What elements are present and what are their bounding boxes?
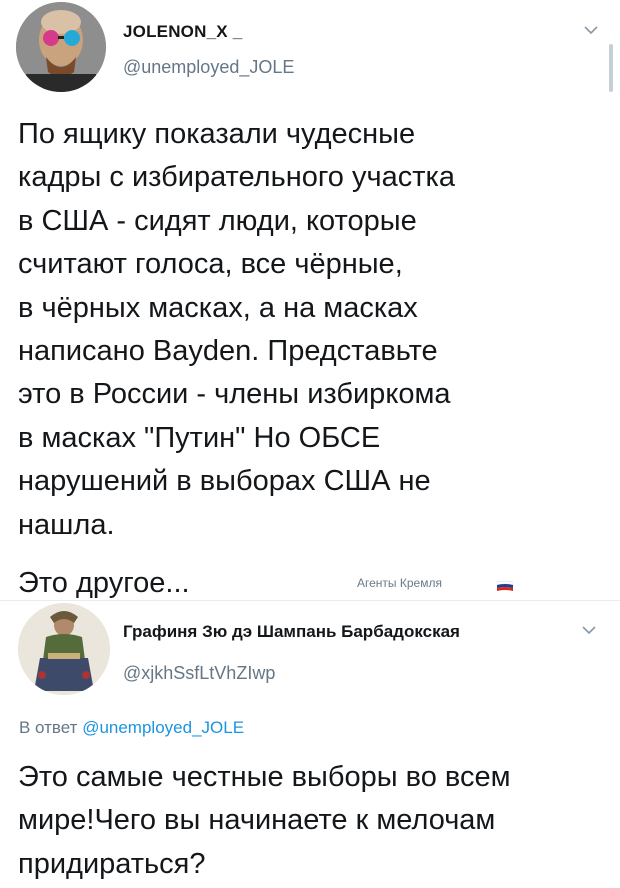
watermark-text: Агенты Кремля — [357, 576, 442, 590]
divider — [0, 600, 620, 601]
tweet-text-tail: Это другое... — [18, 567, 190, 599]
reply-mention-link[interactable]: @unemployed_JOLE — [82, 718, 244, 737]
chevron-down-icon[interactable] — [581, 622, 597, 640]
russian-flag-icon — [496, 579, 514, 597]
reply-author-display-name[interactable]: Графиня Зю дэ Шампань Барбадокская — [123, 622, 460, 642]
author-avatar[interactable] — [16, 2, 106, 92]
reply-text: Это самые честные выборы во всем мире!Че… — [18, 761, 511, 880]
scrollbar[interactable] — [609, 44, 613, 92]
chevron-down-icon[interactable] — [583, 22, 599, 40]
avatar-portrait-icon — [18, 603, 110, 695]
tweet-text: По ящику показали чудесные кадры с избир… — [18, 118, 455, 541]
avatar-portrait-icon — [16, 2, 106, 92]
reply-author-avatar[interactable] — [18, 603, 110, 695]
reply-author-handle[interactable]: @xjkhSsfLtVhZIwp — [123, 663, 275, 684]
reply-context: В ответ @unemployed_JOLE — [19, 718, 244, 738]
reply-prefix: В ответ — [19, 718, 78, 737]
author-display-name[interactable]: JOLENON_X _ — [123, 22, 242, 42]
author-handle[interactable]: @unemployed_JOLE — [123, 57, 294, 78]
